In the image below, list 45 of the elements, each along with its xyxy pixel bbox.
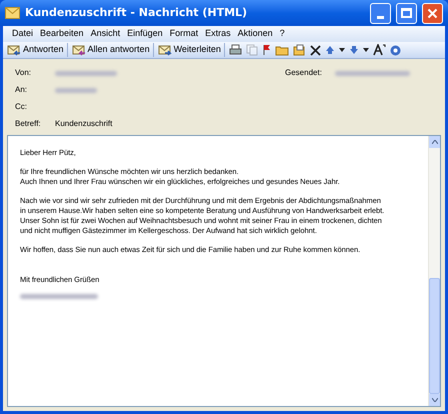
menu-item[interactable]: Ansicht (88, 27, 124, 41)
field-label: Von: (15, 67, 32, 79)
field-label: An: (15, 84, 28, 96)
scrollbar[interactable] (428, 136, 440, 406)
menu-item[interactable]: Einfügen (124, 27, 166, 41)
menu-item[interactable]: ? (276, 27, 288, 41)
delete-icon[interactable] (310, 44, 321, 56)
window-title: Kundenzuschrift - Nachricht (HTML) (25, 4, 248, 21)
folder-icon[interactable] (292, 44, 306, 56)
up-caret-icon (432, 140, 438, 144)
down-arrow-icon[interactable] (348, 45, 359, 55)
caret-icon[interactable] (362, 48, 369, 52)
up-arrow-icon[interactable] (324, 45, 335, 55)
scroll-down-button[interactable] (429, 394, 440, 406)
blurred-text (55, 88, 97, 92)
menu-item[interactable]: Format (166, 27, 202, 41)
menu-item[interactable]: Bearbeiten (37, 27, 87, 41)
envelope-icon (72, 44, 86, 56)
envelope-icon (5, 7, 20, 19)
help-icon[interactable] (390, 44, 401, 56)
envelope-icon (7, 44, 21, 56)
font-size-icon[interactable] (372, 44, 386, 56)
blurred-text (55, 70, 117, 76)
menu-item[interactable]: Aktionen (234, 27, 276, 41)
field-label: Cc: (15, 101, 28, 113)
menu-item[interactable]: Extras (202, 27, 234, 41)
field-label: Gesendet: (285, 67, 323, 79)
minimize-button[interactable] (370, 2, 391, 24)
field-label: Betreff: (15, 118, 42, 130)
toolbar-button[interactable]: Antworten (7, 43, 68, 57)
menu-item[interactable]: Datei (9, 27, 36, 41)
folder-icon[interactable] (274, 44, 289, 56)
envelope-icon (158, 44, 172, 56)
scroll-up-button[interactable] (429, 136, 440, 148)
down-caret-icon (432, 398, 438, 402)
close-icon (427, 8, 438, 18)
maximize-button[interactable] (396, 2, 417, 24)
toolbar-button[interactable]: Weiterleiten (158, 43, 225, 57)
subject-text: Kundenzuschrift (55, 118, 114, 130)
close-button[interactable] (422, 2, 443, 24)
scroll-thumb[interactable] (429, 278, 440, 394)
caret-icon[interactable] (338, 48, 345, 52)
toolbar-button[interactable]: Allen antworten (72, 43, 154, 57)
flag-icon[interactable] (262, 44, 271, 56)
printer-icon[interactable] (228, 44, 242, 56)
